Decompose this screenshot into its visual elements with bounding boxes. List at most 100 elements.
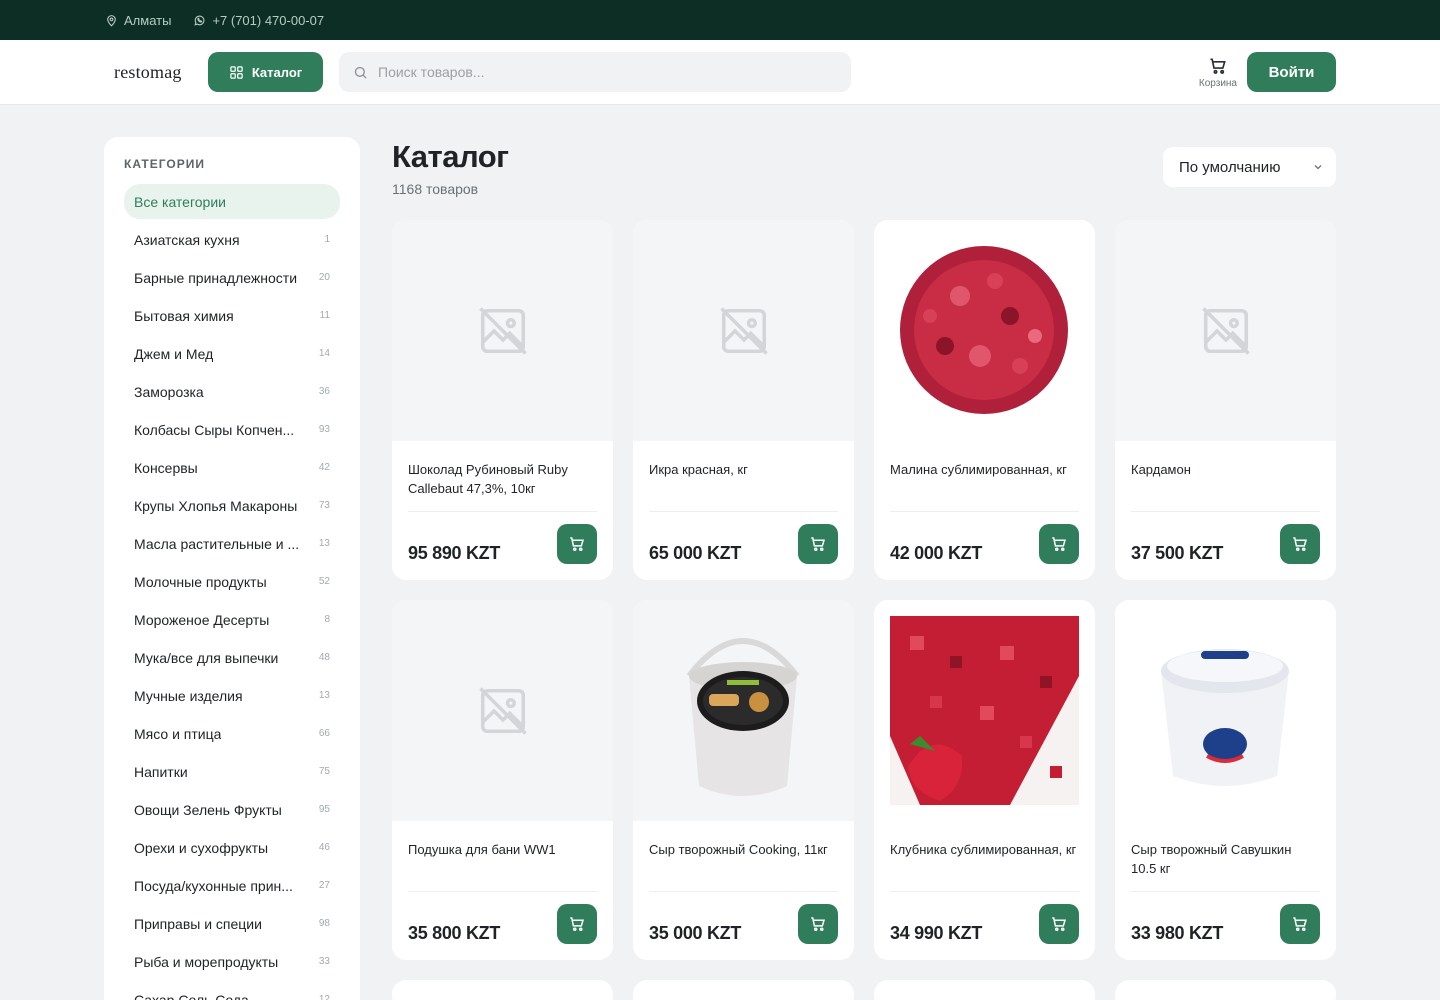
add-to-cart-button[interactable] <box>557 904 597 944</box>
card-divider <box>649 511 838 512</box>
category-count: 66 <box>318 728 330 739</box>
product-name[interactable]: Подушка для бани WW1 <box>392 840 613 878</box>
product-card-partial[interactable] <box>1115 980 1336 1000</box>
sidebar-category-item[interactable]: Мороженое Десерты 8 <box>124 602 340 637</box>
card-divider <box>408 891 597 892</box>
category-count: 13 <box>318 538 330 549</box>
logo[interactable]: restomag <box>114 62 208 83</box>
product-price: 95 890 KZT <box>408 543 501 563</box>
city-selector[interactable]: Алматы <box>105 13 171 28</box>
city-label: Алматы <box>124 12 172 28</box>
product-name[interactable]: Шоколад Рубиновый Ruby Callebaut 47,3%, … <box>392 460 613 498</box>
category-count: 11 <box>319 310 330 321</box>
category-label: Приправы и специи <box>134 915 262 932</box>
category-count: 27 <box>318 880 330 891</box>
category-count: 42 <box>318 462 330 473</box>
top-info-bar: Алматы +7 (701) 470-00-07 <box>0 0 1440 40</box>
search-icon <box>354 66 367 79</box>
product-card[interactable]: Сыр творожный Cooking, 11кг 35 000 KZT <box>633 600 854 960</box>
catalog-button-label: Каталог <box>251 64 303 80</box>
sidebar-category-item[interactable]: Масла растительные и ... 13 <box>124 526 340 561</box>
cart-add-icon <box>811 537 826 552</box>
sidebar-category-item[interactable]: Рыба и морепродукты 33 <box>124 944 340 979</box>
product-name[interactable]: Икра красная, кг <box>633 460 854 498</box>
product-card[interactable]: Подушка для бани WW1 35 800 KZT <box>392 600 613 960</box>
product-price: 33 980 KZT <box>1131 923 1224 943</box>
category-count: 14 <box>318 348 330 359</box>
product-name[interactable]: Клубника сублимированная, кг <box>874 840 1095 878</box>
catalog-content: Каталог 1168 товаров По умолчанию Шокола… <box>392 137 1336 1000</box>
category-count: 73 <box>318 500 330 511</box>
add-to-cart-button[interactable] <box>798 524 838 564</box>
sort-select[interactable]: По умолчанию <box>1163 147 1336 187</box>
add-to-cart-button[interactable] <box>557 524 597 564</box>
category-label: Орехи и сухофрукты <box>134 839 269 856</box>
category-label: Масла растительные и ... <box>134 535 300 552</box>
card-divider <box>649 891 838 892</box>
phone-label: +7 (701) 470-00-07 <box>212 12 325 28</box>
cart-button[interactable]: Корзина <box>1199 56 1237 89</box>
product-name[interactable]: Сыр творожный Cooking, 11кг <box>633 840 854 878</box>
add-to-cart-button[interactable] <box>1039 904 1079 944</box>
add-to-cart-button[interactable] <box>798 904 838 944</box>
product-card[interactable]: Клубника сублимированная, кг 34 990 KZT <box>874 600 1095 960</box>
search-bar <box>339 52 851 92</box>
category-label: Сахар Соль Сода <box>134 991 249 1000</box>
sidebar-category-item[interactable]: Джем и Мед 14 <box>124 336 340 371</box>
product-card[interactable]: Малина сублимированная, кг 42 000 KZT <box>874 220 1095 580</box>
sidebar-category-item[interactable]: Овощи Зелень Фрукты 95 <box>124 792 340 827</box>
raspberry-photo <box>890 236 1079 425</box>
category-label: Мука/все для выпечки <box>134 649 279 666</box>
card-divider <box>408 511 597 512</box>
product-card-partial[interactable] <box>874 980 1095 1000</box>
add-to-cart-button[interactable] <box>1280 904 1320 944</box>
sidebar-category-item[interactable]: Орехи и сухофрукты 46 <box>124 830 340 865</box>
category-count: 36 <box>318 386 330 397</box>
product-name[interactable]: Малина сублимированная, кг <box>874 460 1095 498</box>
category-label: Крупы Хлопья Макароны <box>134 497 298 514</box>
sidebar-category-item[interactable]: Заморозка 36 <box>124 374 340 409</box>
category-label: Мясо и птица <box>134 725 222 742</box>
sidebar-category-item[interactable]: Мучные изделия 13 <box>124 678 340 713</box>
category-label: Мороженое Десерты <box>134 611 270 628</box>
phone-link[interactable]: +7 (701) 470-00-07 <box>193 13 324 28</box>
product-price: 37 500 KZT <box>1131 543 1224 563</box>
sidebar-category-item[interactable]: Сахар Соль Сода 12 <box>124 982 340 1000</box>
login-button[interactable]: Войти <box>1247 52 1336 92</box>
product-price: 35 000 KZT <box>649 923 742 943</box>
sidebar-category-item[interactable]: Молочные продукты 52 <box>124 564 340 599</box>
sidebar-category-item[interactable]: Крупы Хлопья Макароны 73 <box>124 488 340 523</box>
whatsapp-icon <box>194 15 205 26</box>
product-image <box>633 600 854 821</box>
product-card[interactable]: Икра красная, кг 65 000 KZT <box>633 220 854 580</box>
product-card[interactable]: Кардамон 37 500 KZT <box>1115 220 1336 580</box>
add-to-cart-button[interactable] <box>1280 524 1320 564</box>
product-name[interactable]: Сыр творожный Савушкин 10.5 кг <box>1115 840 1336 878</box>
product-card[interactable]: Шоколад Рубиновый Ruby Callebaut 47,3%, … <box>392 220 613 580</box>
sidebar-category-item[interactable]: Барные принадлежности 20 <box>124 260 340 295</box>
product-card-partial[interactable] <box>392 980 613 1000</box>
product-name[interactable]: Кардамон <box>1115 460 1336 498</box>
sidebar-category-item[interactable]: Все категории <box>124 184 340 219</box>
sidebar-category-item[interactable]: Консервы 42 <box>124 450 340 485</box>
catalog-button[interactable]: Каталог <box>208 52 323 92</box>
product-card[interactable]: Сыр творожный Савушкин 10.5 кг 33 980 KZ… <box>1115 600 1336 960</box>
product-card-partial[interactable] <box>633 980 854 1000</box>
sidebar-category-item[interactable]: Напитки 75 <box>124 754 340 789</box>
no-image-icon <box>1201 306 1250 355</box>
search-input[interactable] <box>378 64 818 80</box>
category-count: 13 <box>318 690 330 701</box>
product-image <box>633 220 854 441</box>
sidebar-category-item[interactable]: Азиатская кухня 1 <box>124 222 340 257</box>
card-divider <box>1131 511 1320 512</box>
sidebar-category-item[interactable]: Колбасы Сыры Копчен... 93 <box>124 412 340 447</box>
sidebar-category-item[interactable]: Приправы и специи 98 <box>124 906 340 941</box>
sidebar-category-item[interactable]: Мука/все для выпечки 48 <box>124 640 340 675</box>
cart-add-icon <box>1293 537 1308 552</box>
sidebar-category-item[interactable]: Посуда/кухонные прин... 27 <box>124 868 340 903</box>
category-label: Заморозка <box>134 383 204 400</box>
category-label: Колбасы Сыры Копчен... <box>134 421 295 438</box>
sidebar-category-item[interactable]: Бытовая химия 11 <box>124 298 340 333</box>
add-to-cart-button[interactable] <box>1039 524 1079 564</box>
sidebar-category-item[interactable]: Мясо и птица 66 <box>124 716 340 751</box>
